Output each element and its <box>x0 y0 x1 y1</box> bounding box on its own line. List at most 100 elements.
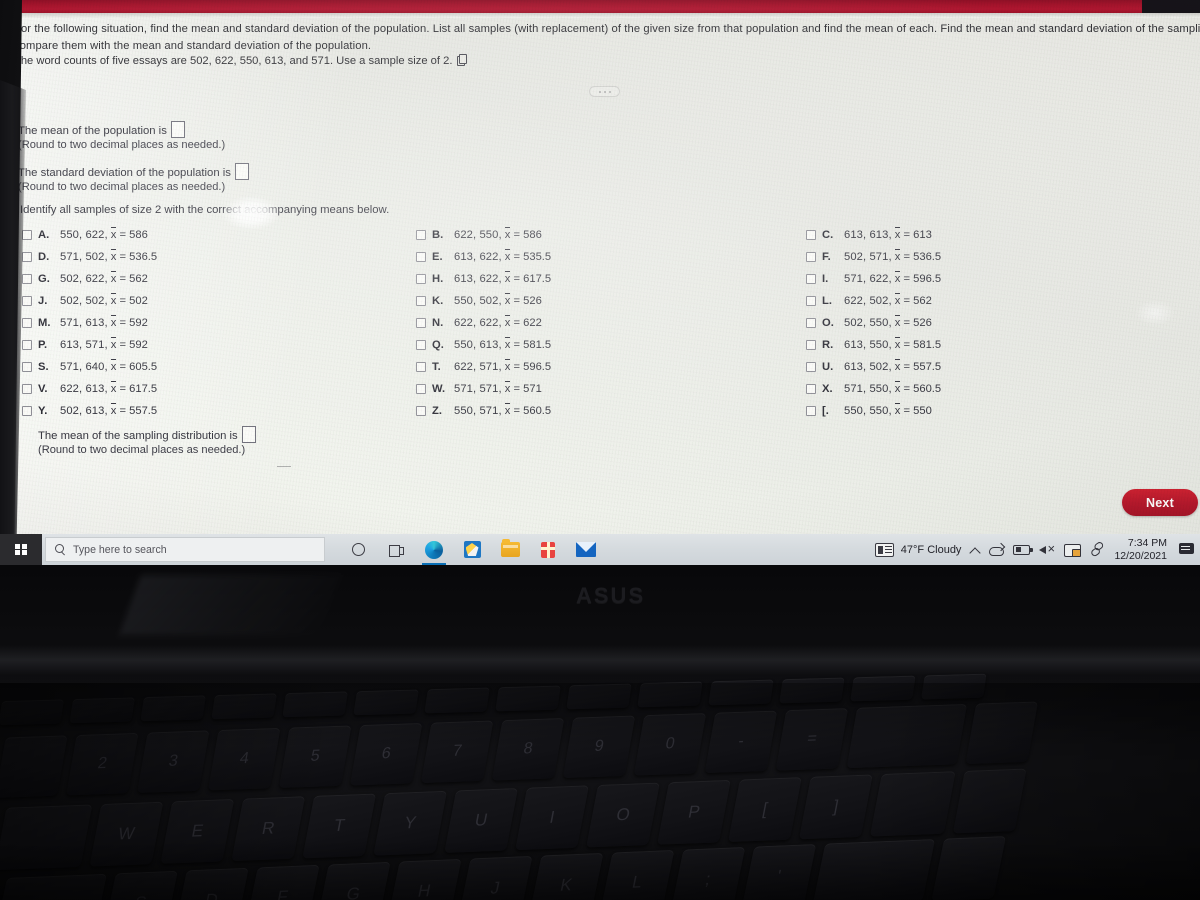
checkbox-R[interactable] <box>806 340 816 350</box>
checkbox-T[interactable] <box>416 362 426 372</box>
choice-C[interactable]: C. 613, 613, x = 613 <box>806 224 941 246</box>
choice-U[interactable]: U. 613, 502, x = 557.5 <box>806 356 941 378</box>
mean-sampling-input[interactable] <box>241 426 256 443</box>
key-enter[interactable] <box>812 839 936 900</box>
key-f10[interactable] <box>708 679 774 706</box>
key-f7[interactable] <box>495 685 561 712</box>
clock[interactable]: 7:34 PM 12/20/2021 <box>1114 537 1167 563</box>
key-2[interactable]: 2 <box>66 732 139 796</box>
choice-V[interactable]: V. 622, 613, x = 617.5 <box>22 378 157 400</box>
key-f12[interactable] <box>850 675 916 702</box>
notifications-icon[interactable] <box>1178 542 1196 557</box>
checkbox-L[interactable] <box>806 296 816 306</box>
key-w[interactable]: W <box>89 801 164 867</box>
key-s[interactable]: S <box>103 870 178 900</box>
key-f6[interactable] <box>424 687 490 714</box>
link-icon[interactable] <box>1088 540 1108 559</box>
choice-T[interactable]: T. 622, 571, x = 596.5 <box>416 356 551 378</box>
key-4[interactable]: 4 <box>207 727 281 791</box>
key-equals[interactable]: = <box>775 708 849 771</box>
key-f8[interactable] <box>566 683 632 710</box>
checkbox-U[interactable] <box>806 362 816 372</box>
choice-E[interactable]: E. 613, 622, x = 535.5 <box>416 246 551 268</box>
key-delete[interactable] <box>921 673 987 700</box>
key-f3[interactable] <box>211 693 277 720</box>
key-p[interactable]: P <box>657 779 731 845</box>
checkbox-I[interactable] <box>806 274 816 284</box>
key-r[interactable]: R <box>231 796 306 862</box>
choice-X[interactable]: X. 571, 550, x = 560.5 <box>806 378 941 400</box>
key-h[interactable]: H <box>386 858 462 900</box>
key-backspace[interactable] <box>846 703 968 769</box>
key-f2[interactable] <box>140 695 206 722</box>
key-k[interactable]: K <box>528 852 604 900</box>
choice-O[interactable]: O. 502, 550, x = 526 <box>806 312 941 334</box>
checkbox-O[interactable] <box>806 318 816 328</box>
mail-icon[interactable] <box>567 534 605 565</box>
key-esc[interactable] <box>0 699 65 726</box>
next-button[interactable]: Next <box>1122 489 1198 516</box>
checkbox-H[interactable] <box>416 274 426 284</box>
checkbox-bracket[interactable] <box>806 406 816 416</box>
microsoft-store-icon[interactable] <box>453 534 491 565</box>
gift-app-icon[interactable] <box>529 534 567 565</box>
choice-bracket[interactable]: [. 550, 550, x = 550 <box>806 400 941 422</box>
choice-W[interactable]: W. 571, 571, x = 571 <box>416 378 551 400</box>
key-l[interactable]: L <box>599 849 675 900</box>
checkbox-W[interactable] <box>416 384 426 394</box>
key-bracket-left[interactable]: [ <box>727 777 802 843</box>
sd-population-input[interactable] <box>234 163 249 180</box>
key-i[interactable]: I <box>515 785 590 851</box>
checkbox-J[interactable] <box>22 296 32 306</box>
checkbox-F[interactable] <box>806 252 816 262</box>
copy-data-icon[interactable] <box>457 54 468 66</box>
choice-I[interactable]: I. 571, 622, x = 596.5 <box>806 268 941 290</box>
checkbox-Q[interactable] <box>416 340 426 350</box>
choice-G[interactable]: G. 502, 622, x = 562 <box>22 268 157 290</box>
key-7[interactable]: 7 <box>420 720 494 784</box>
choice-M[interactable]: M. 571, 613, x = 592 <box>22 312 157 334</box>
key-6[interactable]: 6 <box>349 722 423 786</box>
key-backslash[interactable] <box>869 771 956 837</box>
key-f[interactable]: F <box>244 864 320 900</box>
choice-K[interactable]: K. 550, 502, x = 526 <box>416 290 551 312</box>
checkbox-B[interactable] <box>416 230 426 240</box>
key-o[interactable]: O <box>586 782 660 848</box>
checkbox-P[interactable] <box>22 340 32 350</box>
key-home[interactable] <box>965 701 1039 765</box>
task-view-icon[interactable] <box>377 534 415 565</box>
key-9[interactable]: 9 <box>562 715 636 779</box>
choice-D[interactable]: D. 571, 502, x = 536.5 <box>22 246 157 268</box>
show-hidden-icons-chevron[interactable] <box>970 545 980 555</box>
key-u[interactable]: U <box>444 788 519 853</box>
printer-icon[interactable] <box>1064 543 1082 557</box>
choice-L[interactable]: L. 622, 502, x = 562 <box>806 290 941 312</box>
key-semicolon[interactable]: ; <box>670 846 746 900</box>
key-f9[interactable] <box>637 681 703 708</box>
checkbox-K[interactable] <box>416 296 426 306</box>
checkbox-S[interactable] <box>22 362 32 372</box>
key-f1[interactable] <box>69 697 135 724</box>
key-tab[interactable] <box>0 804 93 871</box>
key-pageup[interactable] <box>952 768 1027 834</box>
checkbox-Y[interactable] <box>22 406 32 416</box>
key-f11[interactable] <box>779 677 845 704</box>
edge-icon[interactable] <box>415 534 453 565</box>
checkbox-M[interactable] <box>22 318 32 328</box>
file-explorer-icon[interactable] <box>491 534 529 565</box>
key-d[interactable]: D <box>173 867 249 900</box>
key-j[interactable]: J <box>457 855 533 900</box>
key-8[interactable]: 8 <box>491 717 565 781</box>
choice-F[interactable]: F. 502, 571, x = 536.5 <box>806 246 941 268</box>
key-3[interactable]: 3 <box>136 730 210 793</box>
key-t[interactable]: T <box>302 793 377 859</box>
checkbox-V[interactable] <box>22 384 32 394</box>
search-input[interactable]: Type here to search <box>45 537 325 562</box>
onedrive-icon[interactable] <box>989 544 1005 556</box>
key-pagedown[interactable] <box>931 836 1007 900</box>
checkbox-X[interactable] <box>806 384 816 394</box>
choice-Y[interactable]: Y. 502, 613, x = 557.5 <box>22 400 157 422</box>
choice-S[interactable]: S. 571, 640, x = 605.5 <box>22 356 157 378</box>
key-y[interactable]: Y <box>373 790 448 856</box>
choice-J[interactable]: J. 502, 502, x = 502 <box>22 290 157 312</box>
